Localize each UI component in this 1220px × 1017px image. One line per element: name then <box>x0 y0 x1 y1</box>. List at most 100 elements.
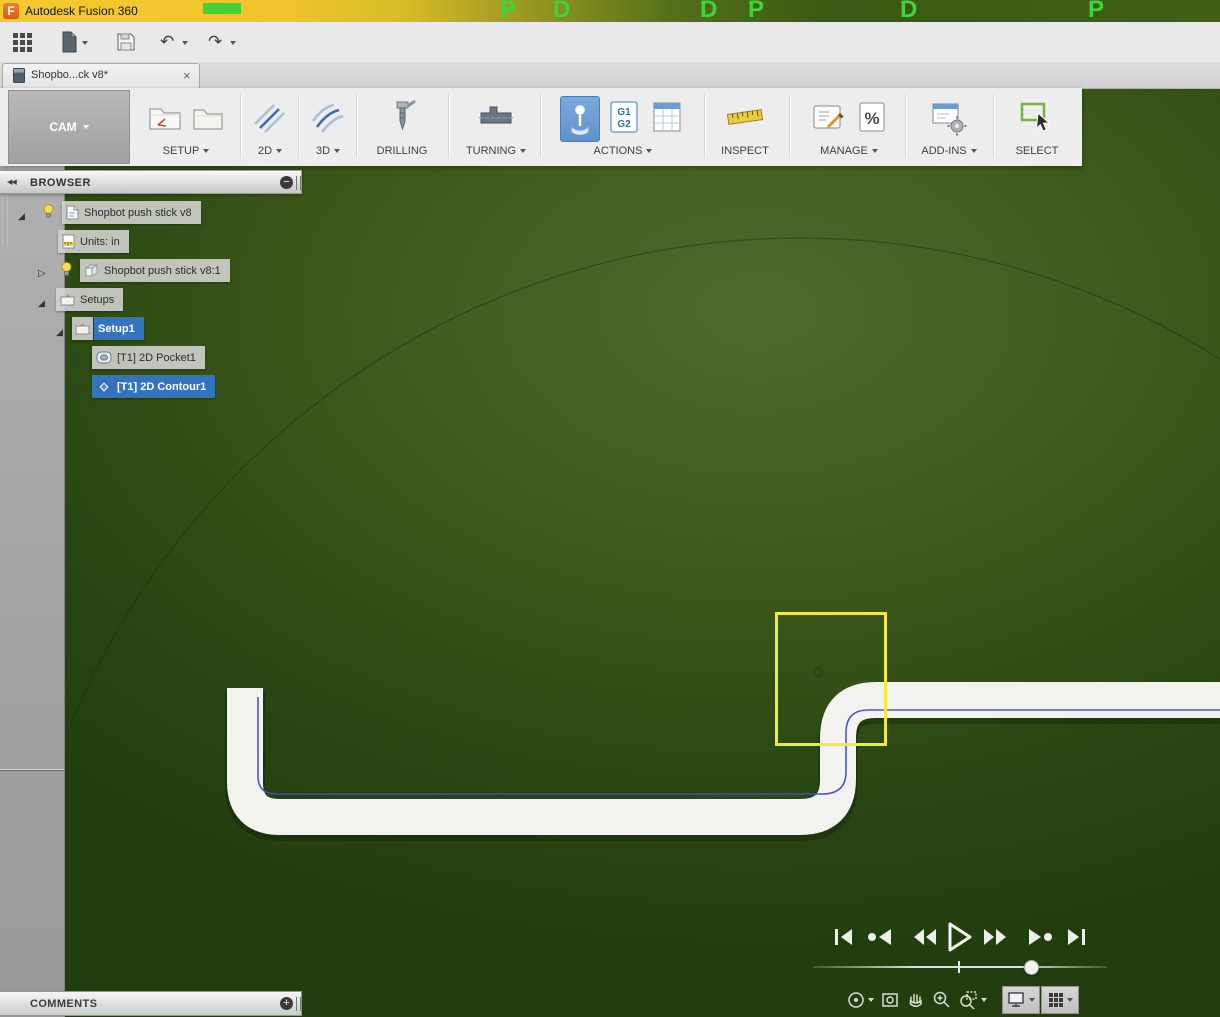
workspace-switcher[interactable]: CAM <box>8 90 130 164</box>
browser-item-pocket-operation[interactable]: [T1] 2D Pocket1 <box>92 346 205 369</box>
setup-sheet-icon[interactable] <box>648 96 686 143</box>
panel-resize-handle[interactable] <box>296 997 301 1011</box>
next-operation-button[interactable] <box>1026 927 1054 947</box>
measure-ruler-icon[interactable] <box>725 97 765 142</box>
feed-speed-icon[interactable]: % <box>853 97 891 142</box>
2d-menu[interactable]: 2D <box>258 145 282 157</box>
browser-item-setups-folder[interactable]: Setups <box>56 288 123 311</box>
ribbon-group-drilling: DRILLING <box>360 90 444 164</box>
post-process-icon[interactable]: G1 G2 <box>605 96 643 143</box>
orbit-dropdown-caret[interactable] <box>868 998 874 1002</box>
browser-item-component[interactable]: Shopbot push stick v8:1 <box>80 259 230 282</box>
title-bar: F Autodesk Fusion 360 P D D P D P <box>0 0 1220 22</box>
orbit-button[interactable] <box>846 990 866 1015</box>
zoom-window-button[interactable] <box>958 990 978 1015</box>
panel-resize-handle[interactable] <box>296 176 301 190</box>
expand-badge-icon[interactable]: + <box>280 997 293 1010</box>
simulate-button-active[interactable] <box>560 96 600 142</box>
simulation-slider-knob[interactable] <box>1024 960 1039 975</box>
select-cursor-icon[interactable] <box>1017 97 1057 142</box>
grid-and-layout-caret <box>1067 998 1073 1002</box>
tool-library-icon[interactable] <box>808 97 848 142</box>
drilling-icon[interactable] <box>383 97 421 142</box>
svg-text:%: % <box>864 109 879 128</box>
divider <box>0 770 64 771</box>
visibility-bulb-icon[interactable] <box>60 261 73 283</box>
fusion-logo-icon: F <box>3 3 19 19</box>
new-folder-icon[interactable] <box>190 97 228 142</box>
expand-toggle[interactable]: ◢ <box>38 293 45 311</box>
simulation-slider-track[interactable] <box>813 966 1107 968</box>
file-menu-icon[interactable] <box>60 31 78 58</box>
scripts-addins-icon[interactable] <box>929 97 969 142</box>
browser-panel-header[interactable]: ◀◀ BROWSER − <box>0 170 302 194</box>
save-button[interactable] <box>116 32 136 57</box>
document-tab[interactable]: Shopbo...ck v8* × <box>2 63 200 88</box>
item-label: [T1] 2D Contour1 <box>117 381 206 393</box>
app-launcher-icon[interactable] <box>12 32 32 57</box>
ribbon-toolbar: CAM SETUP 2D 3D DRILLING <box>0 88 1082 166</box>
drilling-button[interactable]: DRILLING <box>377 145 428 157</box>
browser-item-document[interactable]: Shopbot push stick v8 <box>62 201 201 224</box>
undo-button[interactable]: ↶ <box>160 32 174 52</box>
background-artifact: P <box>1088 0 1104 22</box>
svg-text:G2: G2 <box>617 119 631 130</box>
viewport-canvas[interactable] <box>0 88 1220 1017</box>
expand-toggle[interactable]: ▷ <box>38 263 46 281</box>
expand-toggle[interactable]: ▷ <box>74 351 82 369</box>
expand-toggle[interactable]: ◢ <box>18 206 25 224</box>
divider <box>448 94 450 158</box>
visibility-bulb-icon[interactable] <box>42 203 55 225</box>
background-artifact: D <box>553 0 570 22</box>
file-menu-caret[interactable] <box>82 41 88 45</box>
collapse-panel-icon[interactable]: ◀◀ <box>7 178 16 186</box>
2d-milling-icon[interactable] <box>251 97 289 142</box>
go-to-end-button[interactable] <box>1066 927 1086 947</box>
actions-menu[interactable]: ACTIONS <box>594 145 653 157</box>
background-artifact: D <box>700 0 717 22</box>
3d-menu[interactable]: 3D <box>316 145 340 157</box>
tab-close-icon[interactable]: × <box>183 68 191 83</box>
item-label: Shopbot push stick v8:1 <box>104 265 221 277</box>
play-backward-button[interactable] <box>912 927 938 947</box>
grid-and-layout-button[interactable] <box>1041 986 1079 1014</box>
previous-operation-button[interactable] <box>866 927 894 947</box>
play-button[interactable] <box>946 921 974 953</box>
zoom-button[interactable] <box>932 990 952 1015</box>
pocket-operation-icon <box>96 350 112 365</box>
go-to-start-button[interactable] <box>834 927 854 947</box>
redo-button[interactable]: ↷ <box>208 32 222 52</box>
browser-item-setup1-selected[interactable]: Setup1 <box>94 317 144 340</box>
ribbon-group-2d: 2D <box>244 90 296 164</box>
3d-milling-icon[interactable] <box>309 97 347 142</box>
setup-menu[interactable]: SETUP <box>163 145 210 157</box>
expand-toggle[interactable]: ▷ <box>74 380 82 398</box>
turning-menu[interactable]: TURNING <box>466 145 526 157</box>
fast-forward-button[interactable] <box>982 927 1008 947</box>
background-artifact: P <box>748 0 764 22</box>
undo-history-caret[interactable] <box>182 41 188 45</box>
ribbon-group-select: SELECT <box>994 90 1080 164</box>
pan-button[interactable] <box>906 990 926 1015</box>
display-settings-button[interactable] <box>1002 986 1040 1014</box>
collapse-badge-icon[interactable]: − <box>280 176 293 189</box>
browser-item-contour-operation-selected[interactable]: [T1] 2D Contour1 <box>92 375 215 398</box>
inspect-button[interactable]: INSPECT <box>721 145 769 157</box>
look-at-button[interactable] <box>880 990 900 1015</box>
expand-toggle[interactable]: ◢ <box>56 322 63 340</box>
divider <box>905 94 907 158</box>
select-button[interactable]: SELECT <box>1016 145 1059 157</box>
zoom-window-dropdown-caret[interactable] <box>981 998 987 1002</box>
new-setup-icon[interactable] <box>145 97 185 142</box>
browser-item-units[interactable]: Units: in <box>58 230 129 253</box>
redo-history-caret[interactable] <box>230 41 236 45</box>
setup-folder-iconbox[interactable] <box>72 317 93 340</box>
ribbon-group-3d: 3D <box>302 90 354 164</box>
contour-operation-icon <box>96 379 112 395</box>
stock-band[interactable] <box>245 688 1220 817</box>
turning-icon[interactable] <box>476 97 516 142</box>
folder-icon <box>75 322 90 335</box>
comments-panel-bar[interactable]: COMMENTS + <box>0 991 302 1016</box>
manage-menu[interactable]: MANAGE <box>820 145 878 157</box>
addins-menu[interactable]: ADD-INS <box>921 145 976 157</box>
